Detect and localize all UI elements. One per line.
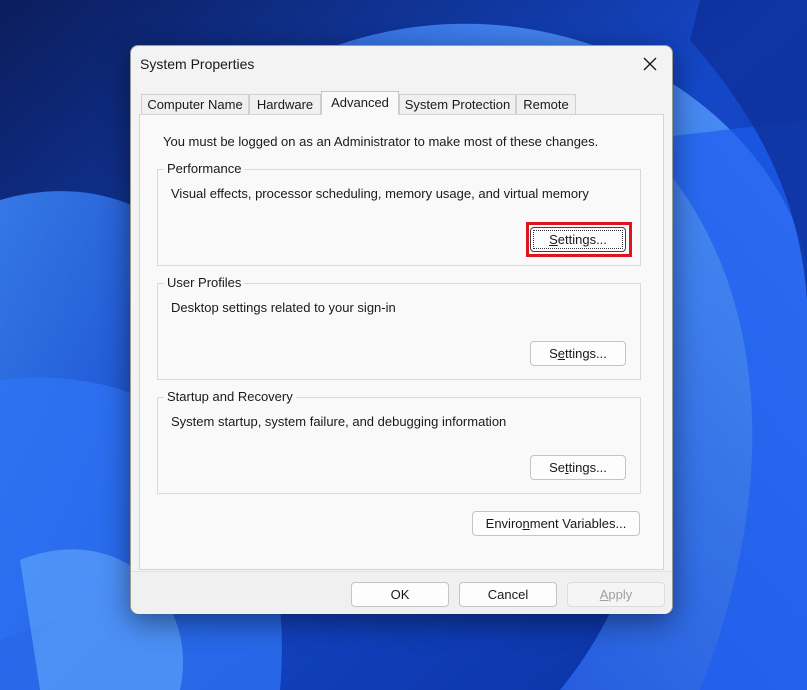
- advanced-tab-panel: You must be logged on as an Administrato…: [139, 114, 664, 570]
- tab-advanced[interactable]: Advanced: [321, 91, 399, 115]
- performance-settings-button[interactable]: Settings...: [530, 227, 626, 252]
- performance-group: Performance Visual effects, processor sc…: [157, 161, 641, 266]
- startup-recovery-group: Startup and Recovery System startup, sys…: [157, 389, 641, 494]
- apply-button[interactable]: Apply: [567, 582, 665, 607]
- button-label-pre: Enviro: [485, 516, 523, 531]
- title-bar[interactable]: System Properties: [131, 46, 672, 84]
- environment-variables-button[interactable]: Environment Variables...: [472, 511, 640, 536]
- cancel-button[interactable]: Cancel: [459, 582, 557, 607]
- performance-group-label: Performance: [164, 161, 245, 176]
- button-label: pply: [608, 587, 633, 602]
- admin-notice: You must be logged on as an Administrato…: [163, 134, 599, 149]
- button-label-pre: S: [549, 346, 558, 361]
- button-label-pre: Se: [549, 460, 565, 475]
- startup-recovery-description: System startup, system failure, and debu…: [171, 414, 507, 429]
- tab-computer-name[interactable]: Computer Name: [141, 94, 249, 114]
- tab-hardware[interactable]: Hardware: [249, 94, 321, 114]
- user-profiles-settings-button[interactable]: Settings...: [530, 341, 626, 366]
- accelerator-key: e: [557, 346, 565, 361]
- button-label: ettings...: [557, 232, 607, 247]
- dialog-title: System Properties: [140, 56, 255, 72]
- user-profiles-description: Desktop settings related to your sign-in: [171, 300, 396, 315]
- system-properties-dialog: System Properties Computer Name Hardware…: [130, 45, 673, 614]
- user-profiles-group: User Profiles Desktop settings related t…: [157, 275, 641, 380]
- accelerator-key: n: [522, 516, 530, 531]
- button-label: ttings...: [564, 346, 607, 361]
- dialog-footer: OK Cancel Apply: [131, 571, 672, 614]
- close-icon: [643, 57, 657, 71]
- user-profiles-group-label: User Profiles: [164, 275, 245, 290]
- tab-system-protection[interactable]: System Protection: [399, 94, 516, 114]
- startup-recovery-settings-button[interactable]: Settings...: [530, 455, 626, 480]
- startup-recovery-group-label: Startup and Recovery: [164, 389, 296, 404]
- ok-button[interactable]: OK: [351, 582, 449, 607]
- performance-description: Visual effects, processor scheduling, me…: [171, 186, 589, 201]
- tab-remote[interactable]: Remote: [516, 94, 576, 114]
- button-label: tings...: [568, 460, 607, 475]
- accelerator-key: S: [549, 232, 558, 247]
- close-button[interactable]: [630, 48, 670, 80]
- button-label: ment Variables...: [529, 516, 627, 531]
